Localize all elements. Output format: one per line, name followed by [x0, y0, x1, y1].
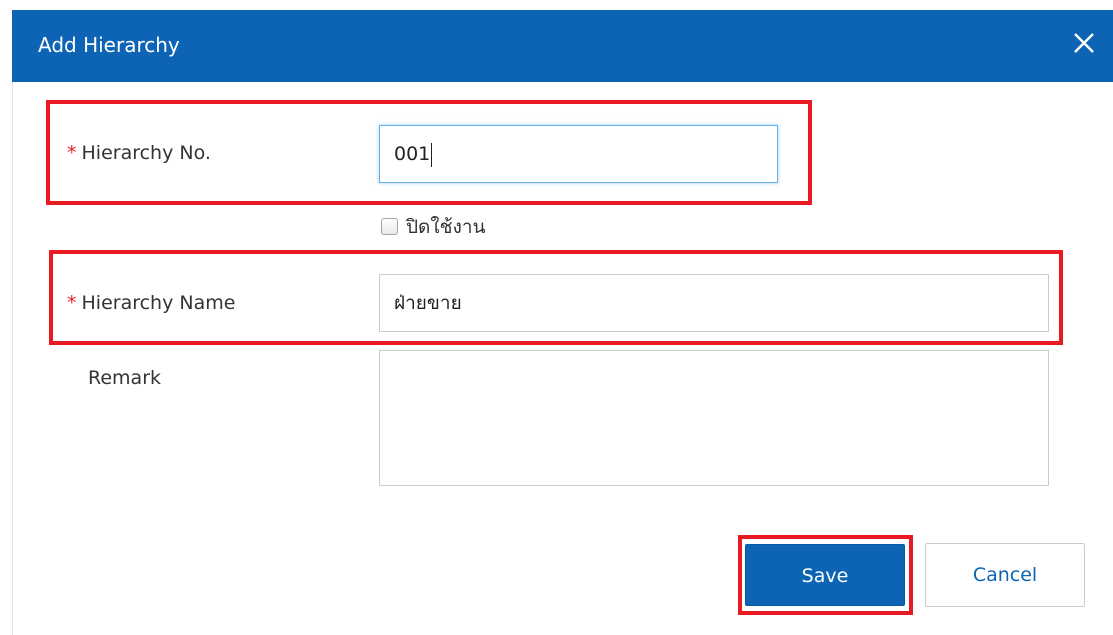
dialog-body-border	[12, 82, 13, 635]
dialog-header: Add Hierarchy	[12, 10, 1113, 82]
disable-checkbox[interactable]	[381, 218, 398, 235]
hierarchy-name-input[interactable]: ฝ่ายขาย	[379, 274, 1049, 332]
remark-textarea[interactable]	[379, 350, 1049, 486]
save-button[interactable]: Save	[745, 544, 905, 606]
hierarchy-name-value: ฝ่ายขาย	[394, 292, 462, 314]
cancel-button[interactable]: Cancel	[925, 543, 1085, 607]
required-mark: *	[67, 142, 77, 164]
remark-label: Remark	[88, 367, 162, 389]
close-icon	[1074, 33, 1094, 53]
hierarchy-name-label: * Hierarchy Name	[67, 290, 235, 316]
hierarchy-no-label: * Hierarchy No.	[67, 140, 211, 166]
disable-checkbox-row[interactable]: ปิดใช้งาน	[381, 214, 486, 240]
hierarchy-name-label-text: Hierarchy Name	[81, 292, 236, 314]
hierarchy-no-label-text: Hierarchy No.	[81, 142, 211, 164]
add-hierarchy-dialog: Add Hierarchy * Hierarchy No. 001 ปิดใช้ง…	[0, 0, 1113, 635]
text-caret	[431, 142, 433, 167]
dialog-title: Add Hierarchy	[38, 33, 180, 57]
hierarchy-no-input[interactable]: 001	[379, 125, 778, 183]
required-mark: *	[67, 292, 77, 314]
disable-checkbox-label: ปิดใช้งาน	[406, 216, 486, 238]
hierarchy-no-value: 001	[394, 143, 431, 165]
close-button[interactable]	[1069, 28, 1099, 58]
